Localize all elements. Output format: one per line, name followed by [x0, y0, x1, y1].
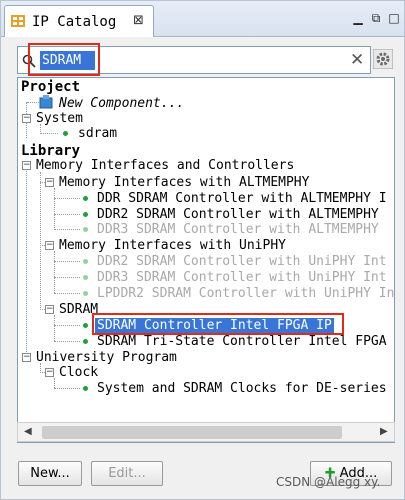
tree-item-uniphy-group[interactable]: Memory Interfaces with UniPHY: [59, 238, 286, 253]
scroll-left-icon[interactable]: ◀: [24, 426, 32, 437]
tree-item-system-clocks[interactable]: System and SDRAM Clocks for DE-series: [97, 381, 387, 396]
tree-item-ddr3-altmemphy: DDR3 SDRAM Controller with ALTMEMPHY: [97, 222, 379, 237]
close-icon[interactable]: ⊠: [133, 13, 144, 28]
tree-item-system[interactable]: System: [36, 111, 83, 126]
restore-icon[interactable]: ⧉: [369, 11, 383, 25]
bullet-icon: [83, 339, 88, 344]
settings-icon[interactable]: [373, 49, 393, 69]
selection-highlight-box: [92, 313, 344, 335]
tree-item-sdram-tristate[interactable]: SDRAM Tri-State Controller Intel FPGA: [97, 334, 387, 349]
tree-item-memory-interfaces[interactable]: Memory Interfaces and Controllers: [36, 158, 294, 173]
collapse-system-icon[interactable]: −: [22, 114, 31, 123]
bullet-icon: [83, 275, 88, 280]
edit-button: Edit...: [91, 461, 163, 486]
scrollbar-thumb[interactable]: [42, 426, 342, 439]
tab-title: IP Catalog: [32, 14, 117, 30]
minimize-icon[interactable]: ▁: [351, 11, 365, 25]
collapse-memory-icon[interactable]: −: [22, 161, 31, 170]
search-highlight-box: [28, 43, 100, 76]
catalog-icon: [11, 15, 25, 27]
ip-catalog-panel: IP Catalog ⊠ ▁ ⧉ □ ✕: [0, 0, 405, 500]
tab-bar: IP Catalog ⊠ ▁ ⧉ □: [1, 1, 404, 37]
bullet-icon: [83, 196, 88, 201]
library-header: Library: [21, 143, 81, 159]
bullet-icon: [83, 227, 88, 232]
tree-item-ddr-altmemphy[interactable]: DDR SDRAM Controller with ALTMEMPHY I: [97, 191, 387, 206]
tab-ip-catalog[interactable]: IP Catalog ⊠: [4, 5, 154, 37]
tree-item-ddr2-altmemphy[interactable]: DDR2 SDRAM Controller with ALTMEMPHY: [97, 207, 379, 222]
tree-item-university-program[interactable]: University Program: [36, 350, 177, 365]
tree-item-altmemphy-group[interactable]: Memory Interfaces with ALTMEMPHY: [59, 175, 309, 190]
bullet-icon: [63, 131, 68, 136]
tree-item-sdram-instance[interactable]: sdram: [78, 126, 117, 141]
bullet-icon: [83, 291, 88, 296]
tree-item-new-component[interactable]: New Component...: [59, 96, 184, 111]
new-button[interactable]: New...: [18, 461, 82, 486]
component-icon: [39, 95, 53, 109]
bullet-icon: [83, 323, 88, 328]
project-header: Project: [21, 79, 81, 95]
bullet-icon: [83, 259, 88, 264]
scroll-right-icon[interactable]: ▶: [380, 426, 388, 437]
horizontal-scrollbar[interactable]: ◀ ▶: [17, 422, 395, 442]
tree-item-ddr3-uniphy: DDR3 SDRAM Controller with UniPHY Int: [97, 270, 387, 285]
bullet-icon: [83, 386, 88, 391]
maximize-icon[interactable]: □: [387, 11, 401, 25]
tree-item-ddr2-uniphy: DDR2 SDRAM Controller with UniPHY Int: [97, 254, 387, 269]
collapse-uniphy-icon[interactable]: −: [45, 241, 54, 250]
collapse-altmemphy-icon[interactable]: −: [45, 178, 54, 187]
tree-item-lpddr2-uniphy: LPDDR2 SDRAM Controller with UniPHY In: [97, 286, 395, 301]
collapse-university-icon[interactable]: −: [22, 353, 31, 362]
clear-icon[interactable]: ✕: [350, 50, 364, 70]
bullet-icon: [83, 212, 88, 217]
collapse-sdram-icon[interactable]: −: [45, 305, 54, 314]
ip-tree[interactable]: Project New Component... − System sdram …: [17, 77, 395, 443]
tree-item-clock-group[interactable]: Clock: [59, 365, 98, 380]
collapse-clock-icon[interactable]: −: [45, 368, 54, 377]
watermark: CSDN @Alegg xy.: [276, 475, 381, 489]
